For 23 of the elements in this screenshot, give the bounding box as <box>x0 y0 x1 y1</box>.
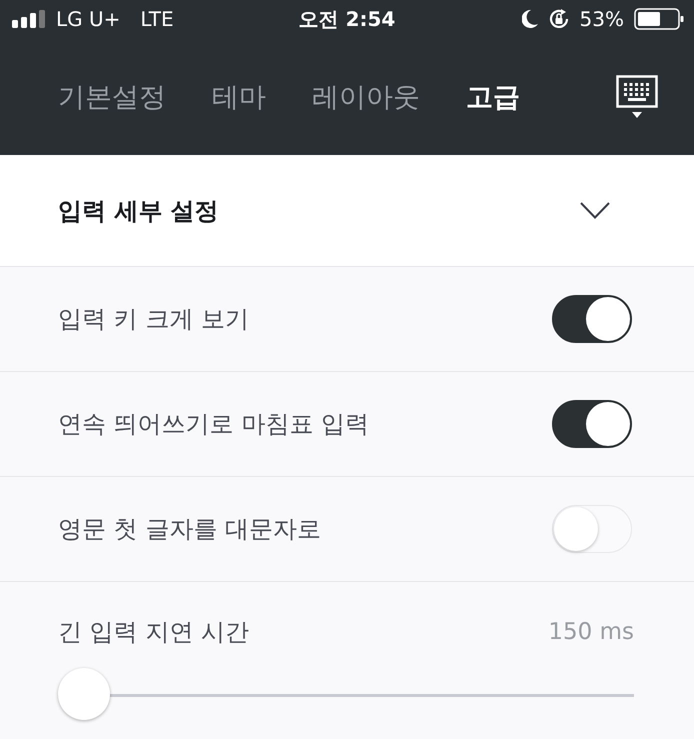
tab[interactable]: 레이아웃 <box>312 78 420 114</box>
tab[interactable]: 기본설정 <box>58 78 166 114</box>
battery-icon <box>634 8 684 30</box>
rotation-lock-icon <box>548 8 570 30</box>
battery-percent: 53% <box>580 7 624 31</box>
chevron-icon[interactable] <box>580 202 610 219</box>
moon-icon <box>522 10 538 28</box>
toggle-switch[interactable] <box>552 400 632 448</box>
setting-label: 긴 입력 지연 시간 <box>58 617 249 648</box>
tab[interactable]: 테마 <box>212 78 266 114</box>
setting-label: 연속 띄어쓰기로 마침표 입력 <box>58 409 369 440</box>
network-type: LTE <box>140 7 174 31</box>
keyboard-icon[interactable] <box>616 74 658 118</box>
carrier-name: LG U+ <box>56 7 120 31</box>
toggle-switch[interactable] <box>552 295 632 343</box>
tab[interactable]: 고급 <box>466 78 520 114</box>
setting-label: 영문 첫 글자를 대문자로 <box>58 514 321 545</box>
slider-thumb[interactable] <box>58 668 110 720</box>
setting-label: 입력 키 크게 보기 <box>58 304 249 335</box>
section-header[interactable]: 입력 세부 설정 <box>0 155 694 266</box>
clock-time: 오전 2:54 <box>298 6 396 30</box>
slider-value: 150 ms <box>548 619 634 645</box>
section-title: 입력 세부 설정 <box>58 196 219 226</box>
